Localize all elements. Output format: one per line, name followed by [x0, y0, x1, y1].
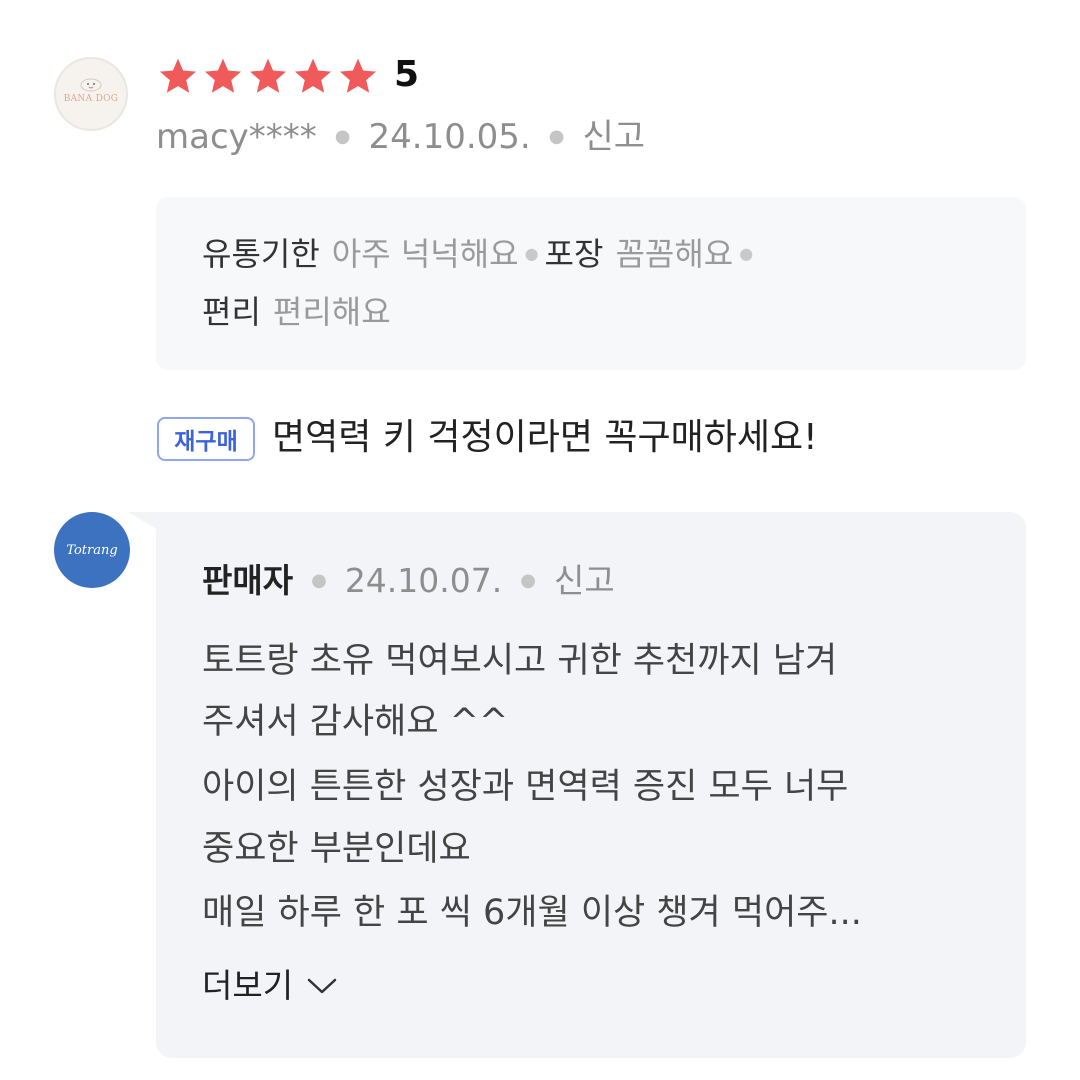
attribute-key: 편리	[202, 293, 261, 331]
reviewer-avatar[interactable]: BANA DOG	[54, 57, 128, 131]
more-label: 더보기	[202, 966, 294, 1005]
star-icon	[249, 58, 287, 93]
separator-dot: ●	[311, 570, 327, 591]
reply-text-line: 주셔서 감사해요 ^^	[202, 702, 509, 742]
attribute-value: 아주 넉넉해요	[331, 235, 519, 273]
reply-text-line: 아이의 튼튼한 성장과 면역력 증진 모두 너무	[202, 767, 849, 807]
star-icon	[159, 58, 197, 93]
rating-score: 5	[394, 54, 420, 95]
reply-text-line: 중요한 부분인데요	[202, 829, 471, 869]
seller-avatar-brand: Totrang	[66, 542, 118, 558]
star-icon	[294, 58, 332, 93]
separator-dot: ●	[524, 244, 539, 263]
seller-avatar[interactable]: Totrang	[54, 512, 130, 588]
reply-date: 24.10.07.	[344, 561, 503, 600]
attribute-key: 포장	[544, 235, 604, 273]
report-link[interactable]: 신고	[582, 112, 645, 162]
attribute-line: 편리 편리해요	[202, 287, 391, 337]
separator-dot: ●	[520, 570, 536, 591]
attribute-value: 편리해요	[272, 293, 391, 331]
more-button[interactable]: 더보기	[202, 962, 337, 1010]
reply-text-line: 매일 하루 한 포 씩 6개월 이상 챙겨 먹어주...	[202, 893, 862, 933]
star-rating	[156, 56, 380, 98]
attribute-key: 유통기한	[202, 235, 320, 273]
chevron-down-icon	[307, 978, 337, 994]
seller-meta: 판매자 ● 24.10.07. ● 신고	[202, 556, 615, 606]
reviewer-username: macy****	[156, 117, 317, 157]
repurchase-badge: 재구매	[157, 417, 255, 461]
separator-dot: ●	[334, 126, 351, 147]
attribute-value: 꼼꼼해요	[615, 235, 734, 273]
star-icon	[339, 58, 377, 93]
attribute-line: 유통기한 아주 넉넉해요 ● 포장 꼼꼼해요 ●	[202, 229, 759, 279]
separator-dot: ●	[548, 126, 565, 147]
reviewer-avatar-brand: BANA DOG	[63, 94, 119, 104]
separator-dot: ●	[739, 244, 754, 263]
review-meta: macy**** ● 24.10.05. ● 신고	[156, 112, 645, 162]
report-link[interactable]: 신고	[554, 556, 615, 606]
reply-text-line: 토트랑 초유 먹여보시고 귀한 추천까지 남겨	[202, 641, 838, 681]
star-icon	[204, 58, 242, 93]
seller-name: 판매자	[202, 561, 294, 600]
review-date: 24.10.05.	[368, 117, 531, 157]
review-attributes: 유통기한 아주 넉넉해요 ● 포장 꼼꼼해요 ● 편리 편리해요	[156, 197, 1026, 370]
dog-logo-icon	[80, 78, 102, 92]
review-text: 면역력 키 걱정이라면 꼭구매하세요!	[272, 417, 818, 458]
